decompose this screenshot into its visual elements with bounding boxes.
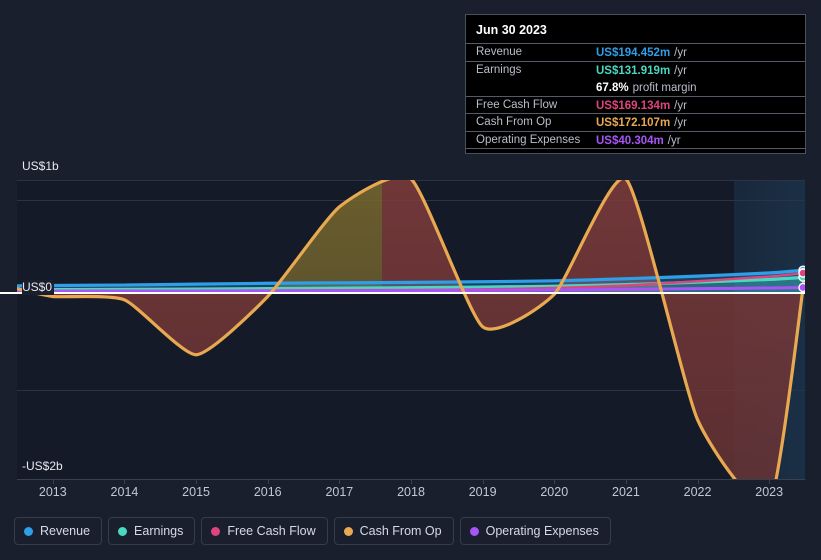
tooltip-row-value: US$40.304m [596,134,664,147]
legend-label: Cash From Op [359,524,442,538]
tooltip-row-value-wrap: US$194.452m/yr [596,43,687,61]
x-axis-tick [52,479,54,484]
legend-item-earnings[interactable]: Earnings [108,517,196,545]
x-axis-label-2020: 2020 [540,485,569,499]
tooltip-row-value-wrap: US$169.134m/yr [596,96,687,114]
legend-item-operating-expenses[interactable]: Operating Expenses [459,517,611,545]
legend-item-revenue[interactable]: Revenue [14,517,103,545]
chart-widget: US$1b US$0 -US$2b 2013 2014 2015 2016 2017 20… [0,0,821,560]
tooltip-row-value-wrap: US$172.107m/yr [596,113,687,131]
data-tooltip: Jun 30 2023 Revenue US$194.452m/yr Earning… [465,14,806,154]
x-axis-tick [625,479,627,484]
tooltip-row-value: US$169.134m [596,99,671,112]
tooltip-row-unit: /yr [674,47,687,60]
legend-color-dot-icon [469,526,479,536]
x-axis-label-2021: 2021 [612,485,640,499]
tooltip-row-value-wrap: US$40.304m/yr [596,131,681,149]
chart-plot-area [0,180,805,479]
tooltip-profit-margin-value: 67.8% [596,81,629,94]
tooltip-row-label: Operating Expenses [476,133,581,146]
legend-item-free-cash-flow[interactable]: Free Cash Flow [201,517,328,545]
tooltip-row-value: US$194.452m [596,47,671,60]
legend-label: Revenue [40,524,91,538]
tooltip-row-cash-from-op: Cash From Op US$172.107m/yr [466,113,805,131]
tooltip-row-unit: /yr [674,64,687,77]
x-axis-label-2018: 2018 [397,485,425,499]
x-axis-label-2022: 2022 [683,485,712,499]
x-axis-tick [769,479,771,484]
endpoint-markers [798,265,805,293]
chart-legend: Revenue Earnings Free Cash Flow Cash From O… [14,517,611,545]
tooltip-row-unit: /yr [667,134,681,147]
tooltip-row-earnings: Earnings US$131.919m/yr [466,60,805,79]
y-axis-label-zero: US$0 [22,280,55,295]
x-axis-tick [482,479,484,484]
legend-label: Earnings [134,524,184,538]
x-axis-tick [554,479,556,484]
legend-label: Free Cash Flow [227,524,316,538]
tooltip-row-label: Earnings [476,63,522,76]
tooltip-row-unit: /yr [674,117,687,130]
tooltip-row-revenue: Revenue US$194.452m/yr [466,43,805,61]
tooltip-profit-margin-wrap: 67.8% profit margin [596,78,697,96]
zero-baseline [0,292,805,294]
x-axis-tick [196,479,198,484]
tooltip-row-free-cash-flow: Free Cash Flow US$169.134m/yr [466,95,805,114]
legend-item-cash-from-op[interactable]: Cash From Op [333,517,454,545]
x-axis-label-2017: 2017 [325,485,354,499]
x-axis-tick [697,479,699,484]
tooltip-row-unit: /yr [674,99,687,112]
x-axis-tick [411,479,412,484]
x-axis-label-2019: 2019 [468,485,497,499]
tooltip-row-value: US$172.107m [596,117,671,130]
y-axis-label-top: US$1b [22,159,59,173]
x-axis-tick [339,479,341,484]
series-endpoint-marker [798,268,805,278]
x-axis-label-2015: 2015 [182,485,210,499]
x-axis-tick [267,479,269,484]
x-axis-label-2014: 2014 [110,485,139,499]
legend-label: Operating Expenses [485,524,599,538]
tooltip-row-label: Cash From Op [476,116,552,129]
tooltip-profit-margin-label: profit margin [632,81,697,94]
x-axis-label-2013: 2013 [38,485,67,499]
tooltip-row-label: Revenue [476,46,523,59]
tooltip-row-operating-expenses: Operating Expenses US$40.304m/yr [466,130,805,149]
tooltip-row-label: Free Cash Flow [476,98,558,111]
x-axis-label-2016: 2016 [253,485,282,499]
legend-color-dot-icon [211,526,221,536]
tooltip-row-profit-margin: 67.8% profit margin [466,78,805,96]
legend-color-dot-icon [118,526,128,536]
series-endpoint-marker [798,282,805,293]
y-axis-label-bottom: -US$2b [22,459,63,473]
tooltip-rows: Revenue US$194.452m/yr Earnings US$131.919m… [466,43,805,149]
tooltip-date: Jun 30 2023 [476,23,547,37]
x-axis-tick [124,479,126,484]
x-axis-label-2023: 2023 [755,485,784,499]
legend-color-dot-icon [24,526,33,536]
legend-color-dot-icon [343,526,353,536]
tooltip-row-value: US$131.919m [596,64,671,77]
tooltip-row-value-wrap: US$131.919m/yr [596,61,687,79]
chart-series-svg [17,180,805,479]
